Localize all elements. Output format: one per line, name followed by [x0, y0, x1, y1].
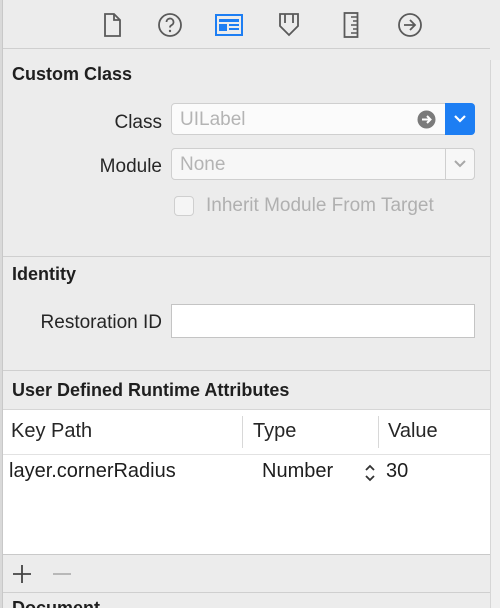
inherit-module-label: Inherit Module From Target: [206, 195, 434, 216]
header-divider: [3, 454, 490, 455]
scrollbar-track[interactable]: [490, 60, 500, 608]
column-header-value[interactable]: Value: [388, 410, 438, 454]
column-separator[interactable]: [242, 416, 243, 448]
chevron-down-icon: [454, 160, 466, 168]
module-placeholder: None: [180, 154, 226, 175]
minus-icon: [53, 573, 71, 575]
question-icon[interactable]: [156, 11, 184, 39]
goto-class-icon[interactable]: [417, 110, 436, 129]
class-label: Class: [114, 112, 162, 133]
chevron-down-icon: [454, 115, 466, 123]
restoration-id-label: Restoration ID: [40, 312, 162, 333]
module-label: Module: [99, 156, 162, 177]
section-divider: [3, 370, 490, 371]
remove-attribute-button[interactable]: [50, 563, 74, 585]
class-combobox[interactable]: UILabel: [171, 103, 475, 135]
custom-class-title: Custom Class: [12, 64, 133, 84]
toolbar-divider: [3, 48, 490, 49]
identity-card-icon[interactable]: [215, 11, 243, 39]
inherit-module-checkbox[interactable]: [174, 196, 194, 216]
document-title: Document: [12, 598, 101, 608]
updown-stepper-icon[interactable]: [364, 463, 376, 483]
module-dropdown-button[interactable]: [445, 148, 475, 180]
column-header-type[interactable]: Type: [253, 410, 296, 454]
module-combobox[interactable]: None: [171, 148, 475, 180]
identity-title: Identity: [12, 264, 77, 284]
plus-icon: [13, 565, 31, 583]
restoration-id-field[interactable]: [171, 304, 475, 338]
column-separator[interactable]: [378, 416, 379, 448]
type-cell[interactable]: Number: [262, 460, 333, 483]
document-icon[interactable]: [98, 11, 126, 39]
column-header-key-path[interactable]: Key Path: [11, 410, 92, 454]
class-placeholder: UILabel: [180, 109, 246, 130]
class-dropdown-button[interactable]: [445, 103, 475, 135]
runtime-attributes-title: User Defined Runtime Attributes: [12, 380, 290, 400]
value-cell[interactable]: 30: [386, 460, 408, 483]
ruler-icon[interactable]: [337, 11, 365, 39]
inspector-toolbar: [3, 0, 500, 48]
runtime-attributes-table: Key Path Type Value layer.cornerRadius N…: [3, 409, 490, 555]
section-divider: [3, 592, 490, 593]
section-divider: [3, 256, 490, 257]
arrow-circle-icon[interactable]: [396, 11, 424, 39]
add-attribute-button[interactable]: [10, 563, 34, 585]
key-path-cell[interactable]: layer.cornerRadius: [9, 460, 176, 483]
attributes-icon[interactable]: [275, 11, 303, 39]
